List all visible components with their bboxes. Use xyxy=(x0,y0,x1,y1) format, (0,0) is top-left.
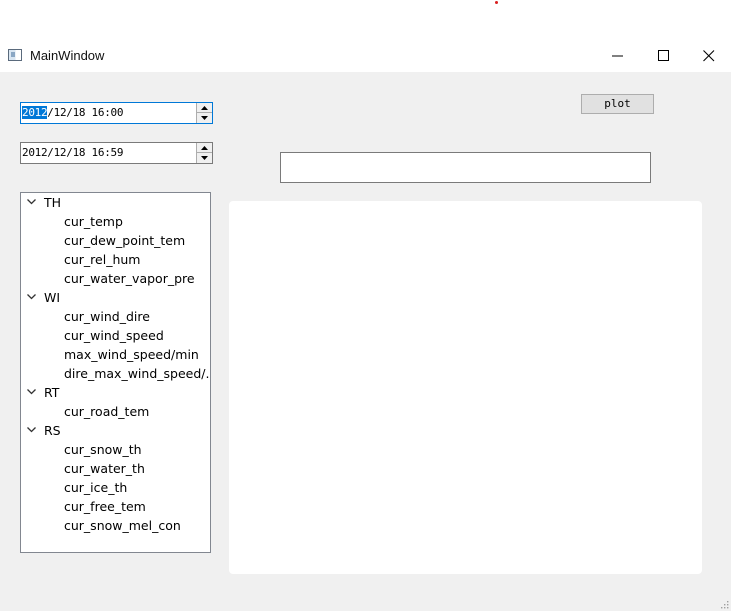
end-datetime-down-button[interactable] xyxy=(197,153,212,163)
chevron-down-icon[interactable] xyxy=(27,421,37,440)
tree-item[interactable]: cur_water_vapor_pre xyxy=(64,269,195,288)
maximize-button[interactable] xyxy=(641,40,687,72)
main-window: MainWindow 2012/12/18 16:00 2012/12/18 1… xyxy=(0,0,731,611)
tree-group-rt[interactable]: RT xyxy=(44,383,59,402)
tree-group-rs[interactable]: RS xyxy=(44,421,61,440)
end-datetime-spinner xyxy=(196,143,212,163)
tree-group-wi[interactable]: WI xyxy=(44,288,60,307)
start-datetime-edit[interactable]: 2012/12/18 16:00 xyxy=(20,102,213,124)
resize-grip-icon[interactable] xyxy=(719,599,729,609)
tree-item[interactable]: cur_ice_th xyxy=(64,478,127,497)
start-datetime-up-button[interactable] xyxy=(197,103,212,113)
minimize-icon xyxy=(612,55,623,57)
variable-tree[interactable]: TH cur_temp cur_dew_point_tem cur_rel_hum cu… xyxy=(20,192,211,553)
chevron-down-icon[interactable] xyxy=(27,383,37,402)
end-datetime-up-button[interactable] xyxy=(197,143,212,153)
tree-item[interactable]: cur_rel_hum xyxy=(64,250,140,269)
start-datetime-selected-year: 2012 xyxy=(22,106,48,119)
start-datetime-spinner xyxy=(196,103,212,123)
tree-item[interactable]: cur_water_th xyxy=(64,459,145,478)
close-button[interactable] xyxy=(686,40,731,72)
start-datetime-rest: /12/18 16:00 xyxy=(47,106,124,119)
arrow-down-icon xyxy=(201,156,208,160)
plot-button[interactable]: plot xyxy=(581,94,654,114)
tree-item[interactable]: cur_snow_mel_con xyxy=(64,516,181,535)
app-window-icon xyxy=(8,49,22,61)
tree-item[interactable]: cur_road_tem xyxy=(64,402,149,421)
title-bar[interactable]: MainWindow xyxy=(0,40,731,72)
tree-item[interactable]: cur_wind_speed xyxy=(64,326,164,345)
tree-item[interactable]: max_wind_speed/min xyxy=(64,345,199,364)
tree-item[interactable]: cur_wind_dire xyxy=(64,307,150,326)
tree-item[interactable]: dire_max_wind_speed/... xyxy=(64,364,210,383)
end-datetime-edit[interactable]: 2012/12/18 16:59 xyxy=(20,142,213,164)
tree-item[interactable]: cur_snow_th xyxy=(64,440,142,459)
tree-item[interactable]: cur_dew_point_tem xyxy=(64,231,185,250)
tree-item[interactable]: cur_temp xyxy=(64,212,123,231)
red-dot-mark xyxy=(495,1,498,4)
start-datetime-down-button[interactable] xyxy=(197,113,212,123)
client-area: 2012/12/18 16:00 2012/12/18 16:59 plot T… xyxy=(0,72,731,611)
window-title: MainWindow xyxy=(30,48,105,63)
plot-canvas[interactable] xyxy=(229,201,702,574)
arrow-down-icon xyxy=(201,116,208,120)
arrow-up-icon xyxy=(201,146,208,150)
chevron-down-icon[interactable] xyxy=(27,193,37,212)
tree-item[interactable]: cur_free_tem xyxy=(64,497,146,516)
maximize-icon xyxy=(658,50,669,61)
text-input[interactable] xyxy=(280,152,651,183)
arrow-up-icon xyxy=(201,106,208,110)
chevron-down-icon[interactable] xyxy=(27,288,37,307)
close-icon xyxy=(703,50,715,62)
start-datetime-text: 2012/12/18 16:00 xyxy=(22,106,123,119)
tree-group-th[interactable]: TH xyxy=(44,193,61,212)
minimize-button[interactable] xyxy=(595,40,641,72)
end-datetime-text: 2012/12/18 16:59 xyxy=(22,146,124,159)
